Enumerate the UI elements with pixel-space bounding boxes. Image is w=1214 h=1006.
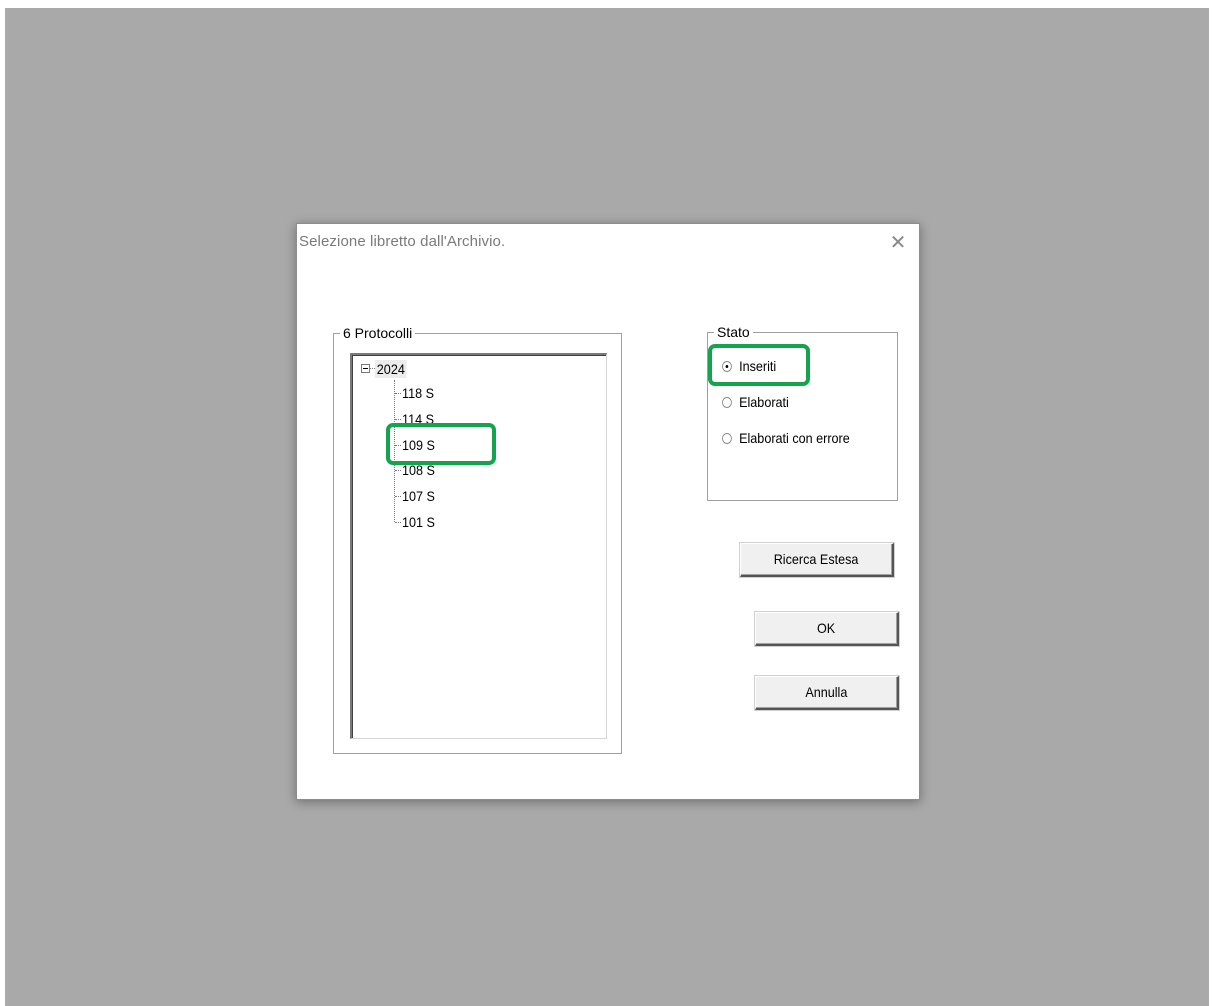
radio-inseriti[interactable]: Inseriti	[722, 358, 776, 374]
radio-elaborati-con-errore[interactable]: Elaborati con errore	[722, 430, 850, 446]
title-bar: Selezione libretto dall'Archivio. ✕	[297, 224, 919, 264]
radio-elaborati[interactable]: Elaborati	[722, 394, 789, 410]
extended-search-label: Ricerca Estesa	[774, 551, 859, 567]
tree-connector	[395, 445, 401, 446]
close-icon[interactable]: ✕	[885, 230, 911, 256]
radio-label: Inseriti	[739, 358, 777, 374]
tree-inner-border: 2024 118 S 114 S 109 S 108 S 107 S 101 S	[352, 355, 606, 738]
radio-unchecked-icon	[722, 397, 732, 408]
tree-item[interactable]: 107 S	[402, 487, 435, 505]
radio-label: Elaborati con errore	[739, 430, 850, 446]
cancel-button[interactable]: Annulla	[755, 676, 899, 710]
tree-connector	[395, 470, 401, 471]
tree-connector	[395, 419, 401, 420]
extended-search-button[interactable]: Ricerca Estesa	[740, 543, 894, 577]
archive-selection-dialog: Selezione libretto dall'Archivio. ✕ 6 Pr…	[296, 223, 920, 800]
tree-connector	[395, 496, 401, 497]
collapse-icon[interactable]	[361, 364, 370, 373]
tree-item[interactable]: 109 S	[402, 436, 435, 454]
tree-item[interactable]: 114 S	[402, 410, 434, 428]
dialog-client-area: 6 Protocolli 2024 118 S 114 S 109 S 108 …	[297, 264, 919, 799]
tree-item[interactable]: 101 S	[402, 513, 435, 531]
window-title: Selezione libretto dall'Archivio.	[299, 233, 506, 250]
tree-item[interactable]: 118 S	[402, 384, 434, 402]
tree-connector	[395, 522, 401, 523]
cancel-label: Annulla	[805, 684, 848, 700]
radio-label: Elaborati	[739, 394, 789, 410]
tree-connector	[395, 393, 401, 394]
protocols-tree[interactable]: 2024 118 S 114 S 109 S 108 S 107 S 101 S	[350, 353, 607, 739]
tree-node-root[interactable]: 2024	[375, 360, 407, 378]
ok-label: OK	[817, 620, 836, 636]
radio-unchecked-icon	[722, 433, 732, 444]
radio-checked-icon	[722, 361, 732, 372]
status-legend: Stato	[714, 324, 753, 340]
tree-branch-line	[394, 380, 395, 522]
tree-item[interactable]: 108 S	[402, 461, 435, 479]
ok-button[interactable]: OK	[755, 612, 899, 646]
protocols-legend: 6 Protocolli	[340, 325, 416, 341]
